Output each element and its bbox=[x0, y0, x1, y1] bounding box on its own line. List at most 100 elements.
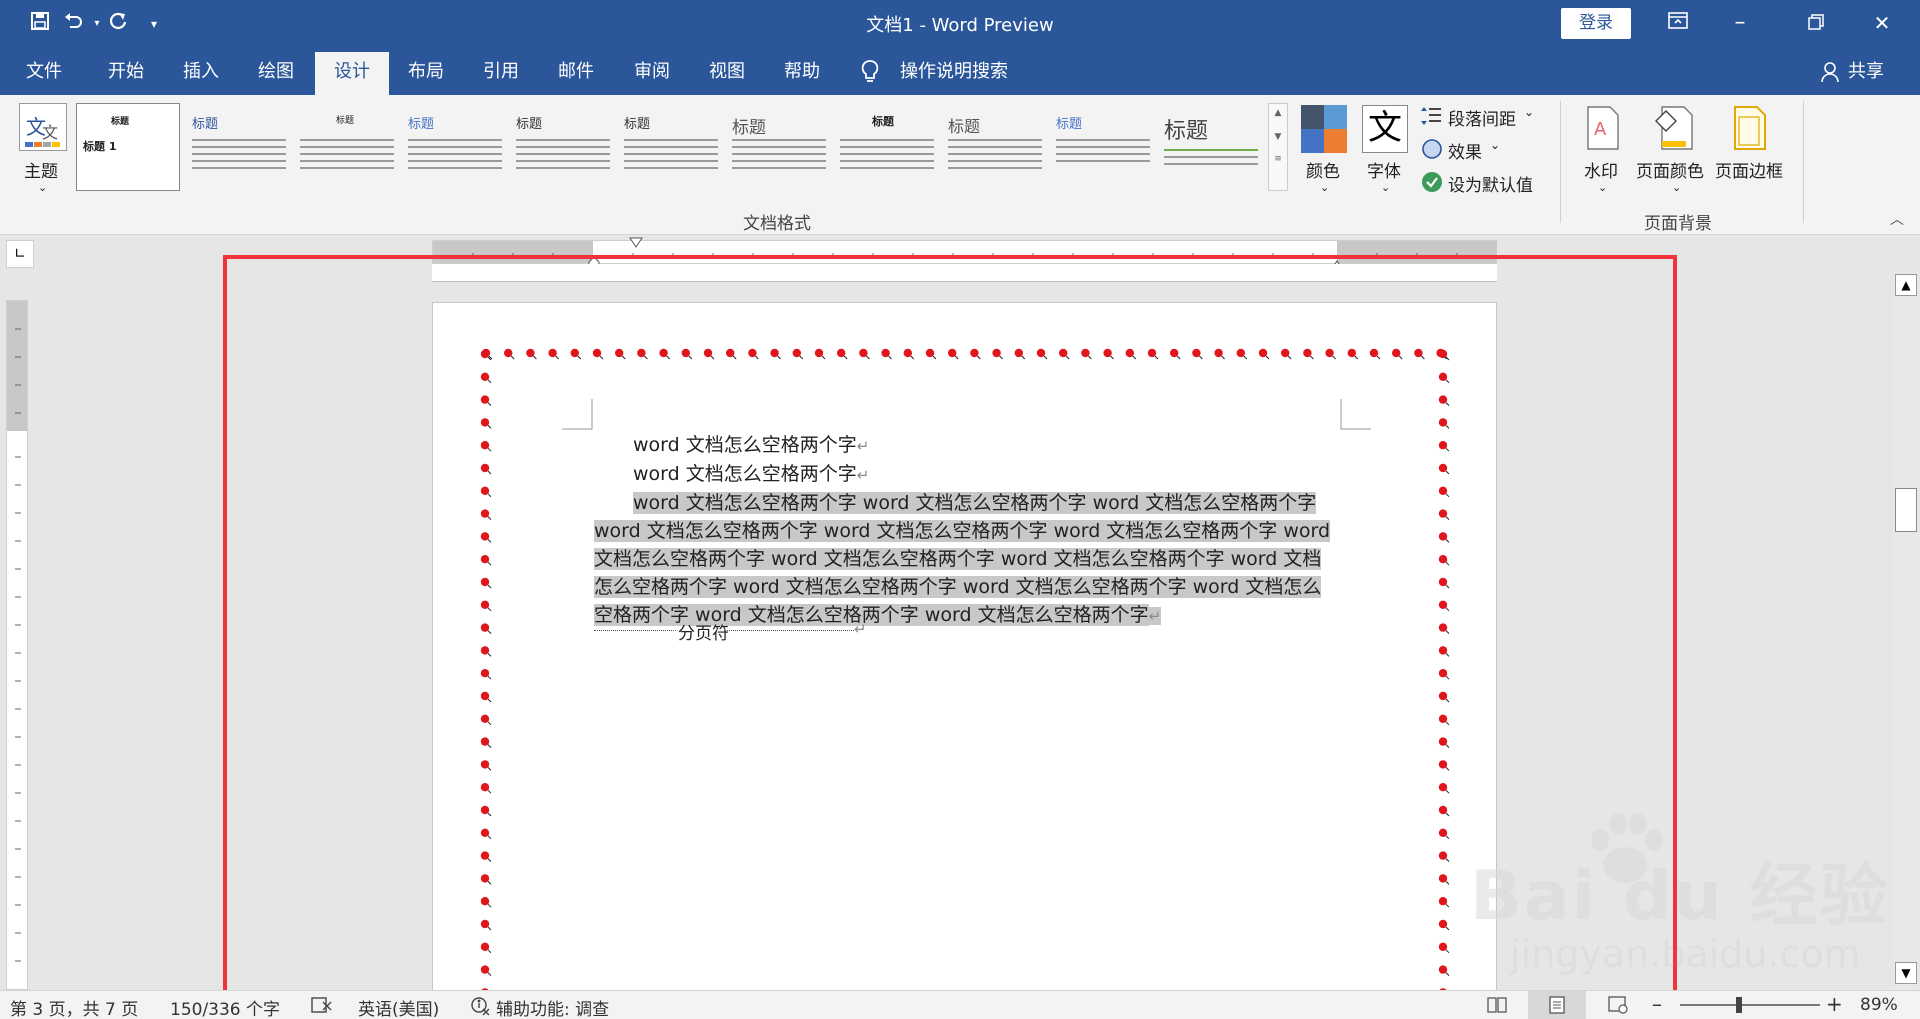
tab-home[interactable]: 开始 bbox=[98, 52, 154, 95]
themes-chevron-icon[interactable]: ⌄ bbox=[38, 181, 47, 194]
tab-draw[interactable]: 绘图 bbox=[248, 52, 304, 95]
collapse-ribbon-icon[interactable]: ︿ bbox=[1890, 209, 1904, 229]
gallery-more-icon[interactable]: ≡ bbox=[1269, 154, 1287, 164]
selected-line[interactable]: word 文档怎么空格两个字 word 文档怎么空格两个字 word 文档怎么空… bbox=[594, 517, 1339, 545]
selected-line[interactable]: 怎么空格两个字 word 文档怎么空格两个字 word 文档怎么空格两个字 wo… bbox=[594, 573, 1339, 601]
thumb-title: 标题 bbox=[408, 117, 435, 132]
zoom-slider[interactable] bbox=[1680, 1004, 1820, 1006]
page-color-chevron-icon[interactable]: ⌄ bbox=[1672, 181, 1681, 194]
zoom-slider-thumb[interactable] bbox=[1736, 997, 1742, 1013]
accessibility-icon[interactable] bbox=[470, 996, 490, 1019]
fonts-icon[interactable]: 文 bbox=[1362, 105, 1408, 153]
minimize-icon[interactable]: – bbox=[1720, 6, 1760, 40]
page-break[interactable]: 分页符 ↵ bbox=[594, 619, 867, 644]
horizontal-ruler[interactable] bbox=[432, 237, 1497, 270]
fonts-label[interactable]: 字体 bbox=[1367, 157, 1401, 182]
watermark-icon[interactable]: A bbox=[1586, 105, 1620, 155]
restore-icon[interactable] bbox=[1796, 6, 1836, 40]
tab-references[interactable]: 引用 bbox=[473, 52, 529, 95]
proofing-icon[interactable] bbox=[311, 996, 333, 1019]
paragraph-text: word 文档怎么空格两个字 bbox=[633, 463, 857, 485]
tab-mailings[interactable]: 邮件 bbox=[548, 52, 604, 95]
effects-chevron-icon[interactable]: ⌄ bbox=[1490, 138, 1500, 152]
ribbon-separator bbox=[1803, 101, 1804, 223]
page-color-icon[interactable] bbox=[1652, 105, 1696, 155]
tab-help[interactable]: 帮助 bbox=[774, 52, 830, 95]
accessibility-status[interactable]: 辅助功能: 调查 bbox=[496, 995, 609, 1019]
colors-label[interactable]: 颜色 bbox=[1306, 157, 1340, 182]
themes-label[interactable]: 主题 bbox=[24, 157, 58, 182]
vertical-scrollbar[interactable]: ▲ ▼ bbox=[1893, 272, 1919, 992]
scroll-thumb[interactable] bbox=[1895, 488, 1917, 532]
tell-me-search[interactable]: 操作说明搜索 bbox=[900, 52, 1008, 92]
document-body[interactable]: word 文档怎么空格两个字↵ word 文档怎么空格两个字↵ word 文档怎… bbox=[594, 431, 1339, 630]
paragraph[interactable]: word 文档怎么空格两个字↵ bbox=[594, 460, 1339, 489]
tab-file[interactable]: 文件 bbox=[16, 52, 72, 95]
thumb-title: 标题 bbox=[732, 118, 766, 138]
effects-button[interactable]: 效果 bbox=[1448, 138, 1482, 163]
selected-text: 怎么空格两个字 word 文档怎么空格两个字 word 文档怎么空格两个字 wo… bbox=[594, 576, 1322, 598]
colors-chevron-icon[interactable]: ⌄ bbox=[1320, 181, 1329, 194]
page-number-status[interactable]: 第 3 页，共 7 页 bbox=[10, 995, 138, 1019]
tab-layout[interactable]: 布局 bbox=[398, 52, 454, 95]
themes-icon[interactable]: 文文 bbox=[19, 103, 67, 151]
page-borders-icon[interactable] bbox=[1733, 105, 1767, 155]
zoom-in-button[interactable]: + bbox=[1826, 992, 1843, 1016]
page-color-button[interactable]: 页面颜色 bbox=[1636, 157, 1704, 182]
paragraph-text: word 文档怎么空格两个字 bbox=[633, 434, 857, 456]
title-bar: ▾ ▾ 文档1 - Word Preview 登录 – ✕ bbox=[0, 0, 1920, 47]
gallery-up-icon[interactable]: ▲ bbox=[1269, 108, 1287, 118]
gallery-down-icon[interactable]: ▼ bbox=[1269, 132, 1287, 142]
share-button[interactable]: 共享 bbox=[1848, 52, 1884, 92]
colors-icon[interactable] bbox=[1301, 105, 1347, 153]
style-set-thumb[interactable]: 标题 bbox=[944, 103, 1048, 191]
login-button[interactable]: 登录 bbox=[1561, 8, 1631, 39]
style-set-thumb[interactable]: 标题 bbox=[728, 103, 832, 191]
watermark-button[interactable]: 水印 bbox=[1584, 157, 1618, 182]
page-borders-button[interactable]: 页面边框 bbox=[1715, 157, 1783, 182]
style-set-thumb[interactable]: 标题 bbox=[512, 103, 616, 191]
zoom-level[interactable]: 89% bbox=[1860, 995, 1898, 1015]
selected-line[interactable]: word 文档怎么空格两个字 word 文档怎么空格两个字 word 文档怎么空… bbox=[594, 489, 1339, 517]
style-set-thumb[interactable]: 标题 标题 1 bbox=[76, 103, 180, 191]
paragraph-spacing-chevron-icon[interactable]: ⌄ bbox=[1524, 105, 1534, 119]
selected-text: word 文档怎么空格两个字 word 文档怎么空格两个字 word 文档怎么空… bbox=[594, 520, 1331, 542]
selected-line[interactable]: 文档怎么空格两个字 word 文档怎么空格两个字 word 文档怎么空格两个字 … bbox=[594, 545, 1339, 573]
paragraph[interactable]: word 文档怎么空格两个字↵ bbox=[594, 431, 1339, 460]
scroll-down-icon[interactable]: ▼ bbox=[1895, 962, 1917, 984]
language-status[interactable]: 英语(美国) bbox=[358, 995, 439, 1019]
style-set-thumb[interactable]: 标题 bbox=[836, 103, 940, 191]
thumb-sub: 标题 1 bbox=[83, 140, 117, 153]
style-set-thumb[interactable]: 标题 bbox=[1160, 103, 1264, 191]
fonts-chevron-icon[interactable]: ⌄ bbox=[1381, 181, 1390, 194]
word-count-status[interactable]: 150/336 个字 bbox=[170, 995, 280, 1019]
read-mode-icon[interactable] bbox=[1487, 996, 1507, 1019]
set-as-default-button[interactable]: 设为默认值 bbox=[1448, 171, 1533, 196]
page-border-art-left bbox=[480, 349, 492, 999]
tab-insert[interactable]: 插入 bbox=[173, 52, 229, 95]
tab-review[interactable]: 审阅 bbox=[624, 52, 680, 95]
web-layout-icon[interactable] bbox=[1608, 996, 1628, 1019]
group-document-format-label: 文档格式 bbox=[743, 214, 811, 234]
tab-view[interactable]: 视图 bbox=[699, 52, 755, 95]
print-layout-button[interactable] bbox=[1528, 991, 1586, 1019]
tab-design[interactable]: 设计 bbox=[315, 52, 389, 95]
first-line-indent-marker[interactable] bbox=[629, 234, 643, 248]
style-set-thumb[interactable]: 标题 bbox=[620, 103, 724, 191]
style-set-thumb[interactable]: 标题 bbox=[1052, 103, 1156, 191]
style-set-thumb[interactable]: 标题 bbox=[296, 103, 400, 191]
style-set-thumb[interactable]: 标题 bbox=[404, 103, 508, 191]
paragraph-spacing-button[interactable]: 段落间距 bbox=[1448, 105, 1516, 130]
vertical-ruler[interactable] bbox=[6, 300, 28, 990]
scroll-up-icon[interactable]: ▲ bbox=[1895, 274, 1917, 296]
tab-selector[interactable]: ∟ bbox=[6, 240, 34, 268]
zoom-out-button[interactable]: – bbox=[1652, 992, 1662, 1016]
style-set-thumb[interactable]: 标题 bbox=[188, 103, 292, 191]
watermark-chevron-icon[interactable]: ⌄ bbox=[1598, 181, 1607, 194]
document-page[interactable]: word 文档怎么空格两个字↵ word 文档怎么空格两个字↵ word 文档怎… bbox=[432, 302, 1497, 1002]
close-icon[interactable]: ✕ bbox=[1862, 6, 1902, 40]
selected-text: 文档怎么空格两个字 word 文档怎么空格两个字 word 文档怎么空格两个字 … bbox=[594, 548, 1322, 570]
gallery-scroll[interactable]: ▲ ▼ ≡ bbox=[1268, 103, 1288, 191]
person-icon bbox=[1820, 61, 1840, 87]
ribbon-display-icon[interactable] bbox=[1658, 6, 1698, 40]
